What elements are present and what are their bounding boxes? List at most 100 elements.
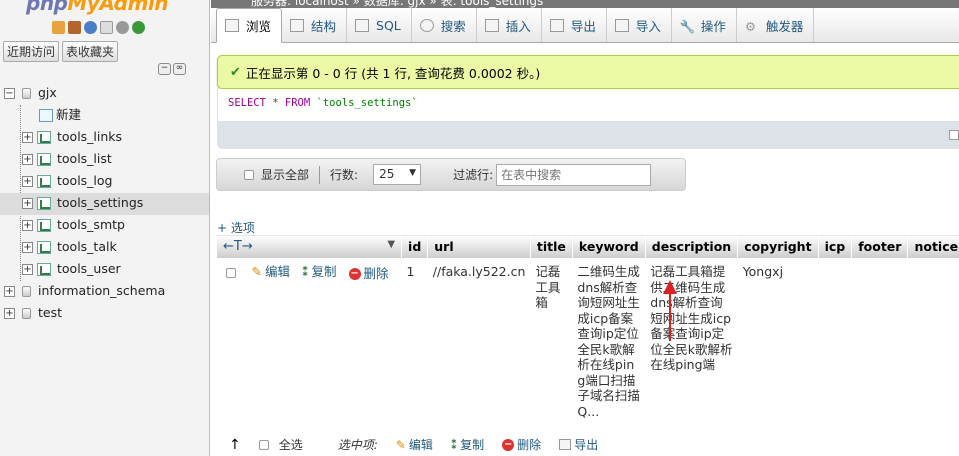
row-checkbox[interactable]	[225, 267, 236, 278]
expand-icon[interactable]: +	[22, 264, 33, 275]
table-label[interactable]: tools_links	[57, 127, 122, 147]
tree-db-information_schema[interactable]: + information_schema	[0, 281, 209, 303]
cell-title[interactable]: 记磊工具箱	[530, 259, 572, 425]
bulk-export-label: 导出	[574, 438, 599, 452]
bulk-delete-label: 删除	[517, 438, 542, 452]
column-order-controls[interactable]: ←T→ ▼	[215, 234, 403, 259]
sql-toolbar	[217, 121, 959, 149]
exit-icon[interactable]	[68, 21, 81, 34]
with-selected-label: 选中项:	[337, 438, 378, 452]
docs-icon[interactable]	[100, 21, 113, 34]
profiling-checkbox[interactable]	[949, 130, 959, 140]
tab-operations[interactable]: 🔧 操作	[672, 8, 737, 42]
pencil-icon: ✎	[395, 437, 406, 452]
tab-search[interactable]: 搜索	[412, 8, 477, 42]
tree-table-tools_user[interactable]: + tools_user	[0, 259, 209, 281]
tree-new-table[interactable]: 新建	[0, 105, 209, 127]
tab-label: 导入	[635, 18, 661, 34]
bulk-export-button[interactable]: 导出	[559, 436, 598, 453]
expand-icon[interactable]: +	[22, 132, 33, 143]
cell-url[interactable]: //faka.ly522.cn	[428, 259, 531, 425]
table-label[interactable]: tools_list	[57, 149, 112, 169]
phpmyadmin-logo[interactable]: phpMyAdmin	[26, 0, 168, 15]
tab-sql[interactable]: SQL	[347, 8, 412, 42]
expand-icon[interactable]: +	[22, 154, 33, 165]
export-icon	[559, 439, 572, 450]
table-label[interactable]: tools_talk	[57, 237, 117, 257]
column-header-title[interactable]: title	[529, 234, 573, 259]
delete-button[interactable]: − 删除	[348, 266, 389, 282]
tree-table-tools_log[interactable]: + tools_log	[0, 171, 209, 193]
tab-triggers[interactable]: ⚙ 触发器	[737, 8, 815, 42]
expand-icon[interactable]: +	[4, 286, 15, 297]
tree-db-gjx[interactable]: − gjx	[0, 83, 209, 105]
bulk-edit-button[interactable]: ✎ 编辑	[396, 436, 433, 453]
help-icon[interactable]	[84, 21, 97, 34]
cell-id[interactable]: 1	[402, 259, 428, 425]
column-header-keyword[interactable]: keyword	[571, 234, 646, 259]
edit-button[interactable]: ✎ 编辑	[251, 264, 290, 280]
copy-button[interactable]: ⁑ 复制	[302, 264, 337, 280]
cell-copyright[interactable]: Yongxj	[738, 259, 818, 425]
cell-notice[interactable]	[908, 259, 959, 425]
favorites-button[interactable]: 表收藏夹	[62, 41, 119, 62]
tab-import[interactable]: 导入	[607, 8, 672, 42]
column-header-notice[interactable]: notice	[907, 234, 959, 259]
bulk-copy-button[interactable]: ⁑ 复制	[451, 436, 484, 453]
db-label[interactable]: information_schema	[38, 281, 165, 301]
table-label[interactable]: tools_smtp	[57, 215, 125, 235]
column-header-url[interactable]: url	[427, 234, 531, 259]
column-header-description[interactable]: description	[644, 234, 739, 259]
table-label[interactable]: tools_settings	[57, 193, 143, 213]
table-label[interactable]: tools_log	[57, 171, 113, 191]
sort-dropdown-icon[interactable]: ▼	[387, 239, 395, 250]
column-header-id[interactable]: id	[401, 234, 429, 259]
check-all-checkbox[interactable]	[258, 439, 269, 450]
cell-footer[interactable]	[852, 259, 908, 425]
tree-table-tools_smtp[interactable]: + tools_smtp	[0, 215, 209, 237]
home-icon[interactable]	[52, 21, 65, 34]
db-label[interactable]: test	[38, 303, 62, 323]
rows-select[interactable]: 25 ▼	[373, 164, 422, 185]
expand-icon[interactable]: +	[22, 220, 33, 231]
recent-button[interactable]: 近期访问	[3, 41, 60, 62]
check-all-label[interactable]: 全选	[279, 436, 303, 453]
new-label[interactable]: 新建	[56, 105, 81, 125]
bulk-delete-button[interactable]: − 删除	[502, 436, 541, 453]
expand-icon[interactable]: +	[22, 242, 33, 253]
tab-browse[interactable]: 浏览	[216, 8, 283, 43]
collapse-all-icon[interactable]: −	[158, 63, 171, 75]
link-icon[interactable]: ∞	[173, 63, 186, 75]
tab-export[interactable]: 导出	[542, 8, 607, 42]
column-header-copyright[interactable]: copyright	[737, 234, 819, 259]
table-label[interactable]: tools_user	[57, 259, 121, 279]
show-all-checkbox[interactable]	[244, 169, 254, 180]
arrows-icon[interactable]: ←T→	[223, 239, 253, 254]
tab-label: 插入	[505, 18, 531, 34]
tab-structure[interactable]: 结构	[282, 8, 348, 42]
tree-table-tools_talk[interactable]: + tools_talk	[0, 237, 209, 259]
tree-db-test[interactable]: + test	[0, 303, 209, 325]
tree-table-tools_settings[interactable]: + tools_settings	[0, 193, 209, 215]
reload-icon[interactable]	[132, 21, 145, 34]
tree-table-tools_list[interactable]: + tools_list	[0, 149, 209, 171]
database-icon	[22, 308, 31, 319]
db-label[interactable]: gjx	[38, 83, 57, 103]
expand-icon[interactable]: +	[22, 198, 33, 209]
collapse-icon[interactable]: −	[4, 88, 15, 99]
cell-description[interactable]: 记磊工具箱提供二维码生成dns解析查询短网址生成icp备案查询ip定位全民k歌解…	[645, 259, 737, 425]
show-all-toggle[interactable]: 显示全部	[244, 166, 309, 183]
cell-icp[interactable]	[818, 259, 852, 425]
expand-icon[interactable]: +	[22, 176, 33, 187]
column-header-icp[interactable]: icp	[817, 234, 853, 259]
cell-keyword[interactable]: 二维码生成dns解析查询短网址生成icp备案查询ip定位全民k歌解析在线ping…	[572, 259, 645, 425]
sql-query-box[interactable]: SELECT * FROM `tools_settings`	[217, 89, 959, 121]
tree-table-tools_links[interactable]: + tools_links	[0, 127, 209, 149]
arrow-up-icon: ↑	[229, 436, 241, 453]
gear-icon[interactable]	[116, 21, 129, 34]
column-header-footer[interactable]: footer	[851, 234, 909, 259]
filter-rows-input[interactable]	[496, 163, 652, 186]
tab-insert[interactable]: 插入	[477, 8, 542, 42]
sidebar-tabs: 近期访问 表收藏夹	[3, 41, 119, 62]
expand-icon[interactable]: +	[4, 308, 15, 319]
